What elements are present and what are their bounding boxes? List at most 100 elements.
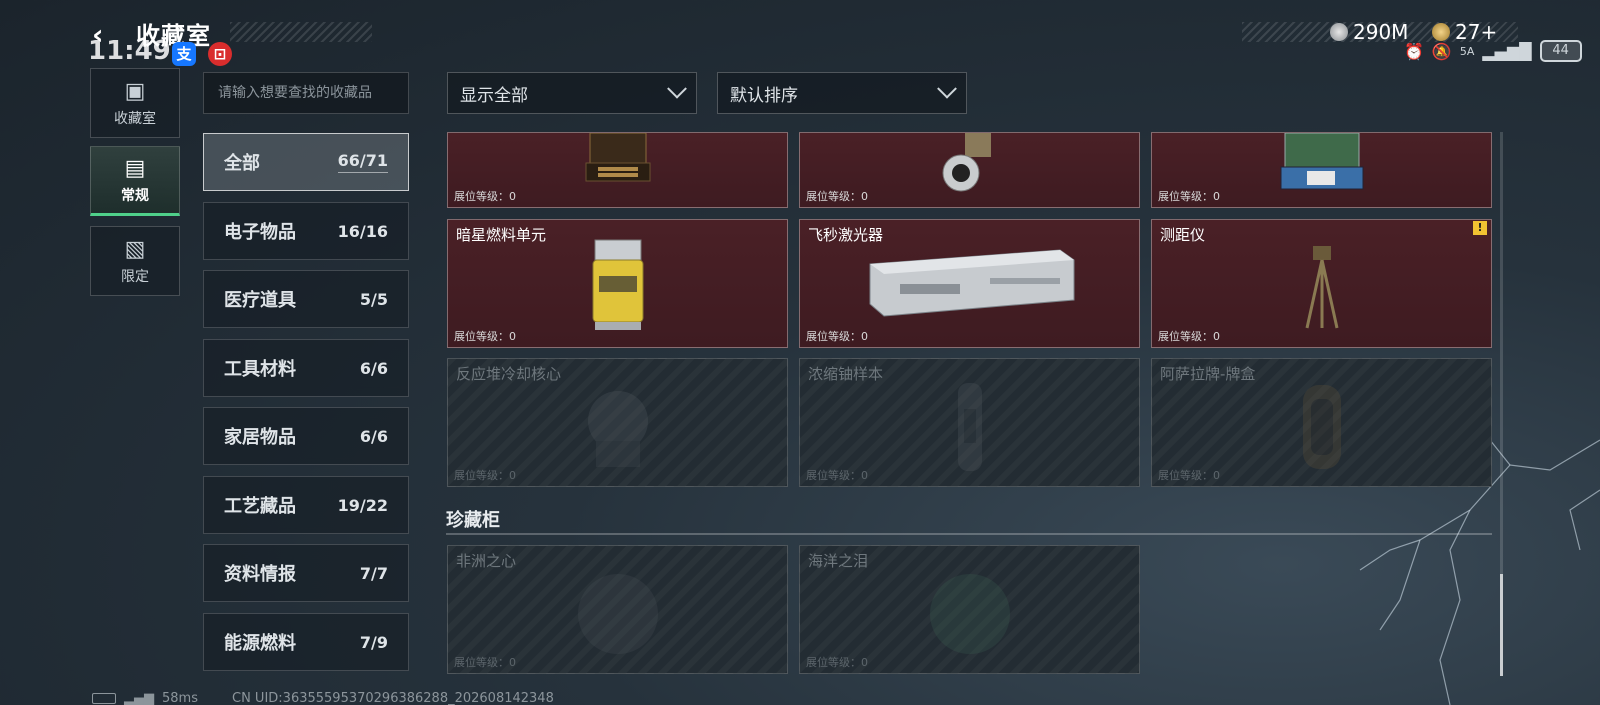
category-energy[interactable]: 能源燃料 7/9	[203, 613, 409, 671]
category-name: 资料情报	[224, 564, 296, 585]
reactor-core-item-icon	[587, 391, 648, 467]
rail-regular-button[interactable]: ▤ 常规	[90, 146, 180, 216]
collectible-name: 非洲之心	[456, 552, 517, 570]
collectible-name: 海洋之泪	[808, 552, 869, 570]
booth-level: 展位等级：0	[806, 469, 868, 482]
heart-of-africa-item-icon	[577, 574, 658, 654]
grid-scrollbar-thumb[interactable]	[1500, 574, 1503, 676]
lens-device-item-icon	[942, 133, 991, 192]
user-uid: CN UID:36355595370296386288_202608142348	[232, 691, 554, 705]
uranium-sample-item-icon	[957, 383, 982, 471]
category-electronics[interactable]: 电子物品 16/16	[203, 202, 409, 260]
status-clock: 11:49	[88, 36, 171, 66]
category-name: 电子物品	[224, 222, 296, 243]
category-count: 19/22	[337, 495, 388, 515]
gold-coin-icon	[1432, 23, 1450, 41]
typewriter-item-icon	[585, 133, 650, 182]
booth-level: 展位等级：0	[1158, 190, 1220, 203]
collectible-name: 测距仪	[1160, 226, 1206, 244]
collectible-name: 阿萨拉牌-牌盒	[1160, 365, 1256, 383]
signal-icon: ▂▄▆█	[1482, 41, 1532, 61]
notification-app-icon: ⊡	[208, 42, 232, 66]
battery-icon	[92, 693, 116, 704]
collectible-card[interactable]: 展位等级：0	[799, 132, 1140, 208]
collectible-name: 浓缩铀样本	[808, 365, 884, 383]
rail-label: 收藏室	[114, 110, 156, 127]
collectible-card[interactable]: 展位等级：0	[447, 132, 788, 208]
category-all[interactable]: 全部 66/71	[203, 133, 409, 191]
rail-limited-button[interactable]: ▧ 限定	[90, 226, 180, 296]
filter-dropdown[interactable]: 显示全部	[447, 72, 697, 114]
circuit-device-item-icon	[1280, 133, 1363, 190]
category-medical[interactable]: 医疗道具 5/5	[203, 270, 409, 328]
category-name: 能源燃料	[224, 633, 296, 654]
footer-status: ▂▄▆ 58ms	[92, 691, 198, 705]
limited-icon: ▧	[124, 236, 146, 262]
collectible-card[interactable]: 展位等级：0	[1151, 132, 1492, 208]
category-count: 16/16	[337, 221, 388, 241]
chevron-down-icon	[937, 78, 957, 99]
category-name: 医疗道具	[224, 290, 296, 311]
booth-level: 展位等级：0	[1158, 469, 1220, 482]
signal-icon: ▂▄▆	[124, 691, 154, 705]
category-name: 全部	[224, 153, 260, 174]
booth-level: 展位等级：0	[806, 190, 868, 203]
booth-level: 展位等级：0	[806, 330, 868, 343]
category-household[interactable]: 家居物品 6/6	[203, 407, 409, 465]
collectible-card[interactable]: 飞秒激光器 展位等级：0	[799, 219, 1140, 348]
category-count: 7/7	[359, 563, 388, 583]
chevron-down-icon	[667, 78, 687, 99]
collectible-card-locked[interactable]: 反应堆冷却核心 展位等级：0	[447, 358, 788, 487]
category-name: 家居物品	[224, 427, 296, 448]
ping-value: 58ms	[162, 691, 198, 705]
warning-icon: !	[1473, 221, 1487, 235]
collectible-card-locked[interactable]: 海洋之泪 展位等级：0	[799, 545, 1140, 674]
alipay-icon: 支	[172, 42, 196, 66]
rail-vault-button[interactable]: ▣ 收藏室	[90, 68, 180, 138]
category-tools[interactable]: 工具材料 6/6	[203, 339, 409, 397]
currency-coins: 290M	[1330, 20, 1408, 44]
coins-amount: 290M	[1353, 20, 1409, 44]
category-crafts[interactable]: 工艺藏品 19/22	[203, 476, 409, 534]
mute-icon: 🔕	[1431, 41, 1452, 61]
collectible-card[interactable]: 暗星燃料单元 展位等级：0	[447, 219, 788, 348]
femtosecond-laser-item-icon	[869, 249, 1074, 317]
collectible-card-locked[interactable]: 阿萨拉牌-牌盒 展位等级：0	[1151, 358, 1492, 487]
section-title-treasure: 珍藏柜	[446, 510, 500, 531]
filter-dropdown-value: 显示全部	[460, 85, 528, 106]
rail-label: 常规	[121, 187, 149, 204]
category-count: 6/6	[359, 358, 388, 378]
header-stripe-decoration	[230, 22, 372, 42]
collectible-name: 暗星燃料单元	[456, 226, 547, 244]
system-status-bar: ⏰ 🔕 5A ▂▄▆█ 44	[1404, 40, 1582, 62]
booth-level: 展位等级：0	[1158, 330, 1220, 343]
category-count: 66/71	[337, 151, 388, 173]
category-count: 6/6	[359, 426, 388, 446]
search-input[interactable]	[203, 72, 409, 114]
tear-of-ocean-item-icon	[929, 574, 1010, 654]
collectible-card-locked[interactable]: 浓缩铀样本 展位等级：0	[799, 358, 1140, 487]
category-count: 7/9	[359, 632, 388, 652]
sort-dropdown[interactable]: 默认排序	[717, 72, 967, 114]
category-count: 5/5	[359, 289, 388, 309]
vault-icon: ▣	[124, 78, 146, 104]
network-label: 5A	[1459, 44, 1475, 58]
silver-coin-icon	[1330, 23, 1348, 41]
booth-level: 展位等级：0	[454, 330, 516, 343]
booth-level: 展位等级：0	[454, 190, 516, 203]
card-box-item-icon	[1302, 385, 1341, 469]
sort-dropdown-value: 默认排序	[730, 85, 798, 106]
alarm-icon: ⏰	[1404, 41, 1424, 61]
category-intel[interactable]: 资料情报 7/7	[203, 544, 409, 602]
booth-level: 展位等级：0	[454, 469, 516, 482]
collectible-card-locked[interactable]: 非洲之心 展位等级：0	[447, 545, 788, 674]
category-name: 工具材料	[224, 359, 296, 380]
rangefinder-item-icon	[1305, 246, 1338, 329]
booth-level: 展位等级：0	[454, 656, 516, 669]
booth-level: 展位等级：0	[806, 656, 868, 669]
collection-icon: ▤	[124, 155, 146, 181]
rail-label: 限定	[121, 268, 149, 285]
collectible-card[interactable]: 测距仪 ! 展位等级：0	[1151, 219, 1492, 348]
collectible-name: 反应堆冷却核心	[456, 365, 562, 383]
battery-icon: 44	[1539, 40, 1582, 62]
